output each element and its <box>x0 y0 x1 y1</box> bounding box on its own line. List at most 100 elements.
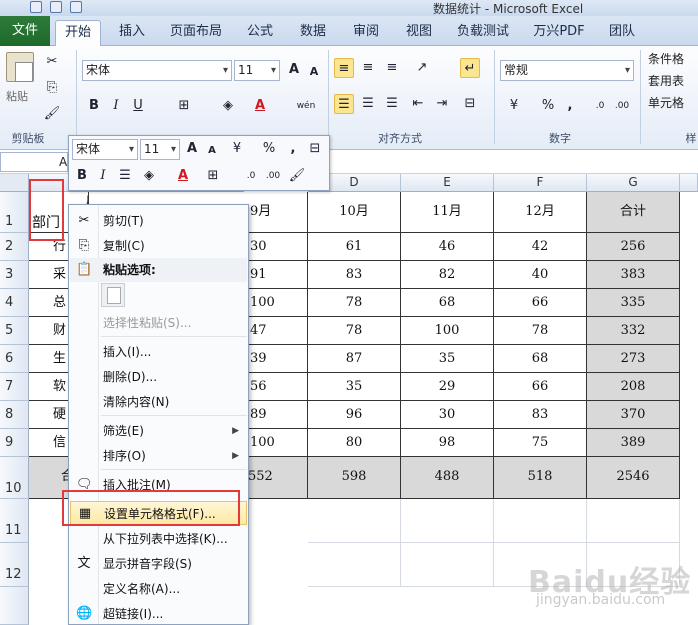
cell-g7[interactable]: 208 <box>587 373 680 401</box>
menu-item-clear-contents[interactable]: 清除内容(N) <box>70 390 247 414</box>
cell-c4[interactable]: 100 <box>244 289 308 317</box>
conditional-formatting-button[interactable]: 条件格 <box>648 50 684 67</box>
mini-fill-color-icon[interactable]: ◈ <box>139 166 159 186</box>
cell-e7[interactable]: 29 <box>401 373 494 401</box>
cell-c2[interactable]: 30 <box>244 233 308 261</box>
cell-f5[interactable]: 78 <box>494 317 587 345</box>
cell-c10[interactable]: 552 <box>244 457 308 499</box>
cell-d3[interactable]: 83 <box>308 261 401 289</box>
cell-g8[interactable]: 370 <box>587 401 680 429</box>
phonetic-button[interactable]: wén <box>294 96 318 116</box>
row-header-7[interactable]: 7 <box>0 373 29 401</box>
decrease-decimal-icon[interactable]: .00 <box>612 96 632 116</box>
align-left-icon[interactable]: ☰ <box>334 94 354 114</box>
cell-f3[interactable]: 40 <box>494 261 587 289</box>
format-painter-icon[interactable]: 🖌 <box>42 104 62 124</box>
cell-d1[interactable]: 10月 <box>308 192 401 233</box>
column-header-h[interactable] <box>680 174 698 192</box>
border-icon[interactable]: ⊞ <box>174 96 194 116</box>
orientation-icon[interactable]: ↗ <box>412 58 432 78</box>
format-as-table-button[interactable]: 套用表 <box>648 72 684 89</box>
cell-e9[interactable]: 98 <box>401 429 494 457</box>
mini-currency-icon[interactable]: ¥ <box>227 139 247 159</box>
cell-d9[interactable]: 80 <box>308 429 401 457</box>
cell-f4[interactable]: 66 <box>494 289 587 317</box>
cell-f8[interactable]: 83 <box>494 401 587 429</box>
cell-empty[interactable] <box>587 499 680 543</box>
menu-item-show-phonetic[interactable]: 文显示拼音字段(S) <box>70 552 247 576</box>
currency-icon[interactable]: ¥ <box>504 96 524 116</box>
tab-page-layout[interactable]: 页面布局 <box>163 20 229 46</box>
menu-item-define-name[interactable]: 定义名称(A)... <box>70 577 247 601</box>
paste-label[interactable]: 粘贴 <box>6 88 28 104</box>
comma-button[interactable]: , <box>560 96 580 116</box>
cell-f1[interactable]: 12月 <box>494 192 587 233</box>
row-header-9[interactable]: 9 <box>0 429 29 457</box>
mini-font-color-icon[interactable]: A <box>173 166 193 186</box>
row-header-8[interactable]: 8 <box>0 401 29 429</box>
cell-e6[interactable]: 35 <box>401 345 494 373</box>
cell-c7[interactable]: 56 <box>244 373 308 401</box>
font-name-combo[interactable]: 宋体 <box>82 60 232 81</box>
cell-empty[interactable] <box>308 543 401 587</box>
row-header-11[interactable]: 11 <box>0 499 29 543</box>
menu-item-delete[interactable]: 删除(D)... <box>70 365 247 389</box>
cell-c8[interactable]: 89 <box>244 401 308 429</box>
cut-icon[interactable]: ✂ <box>42 52 62 72</box>
cell-f7[interactable]: 66 <box>494 373 587 401</box>
cell-c5[interactable]: 47 <box>244 317 308 345</box>
cell-e5[interactable]: 100 <box>401 317 494 345</box>
tab-team[interactable]: 团队 <box>600 20 644 46</box>
tab-load-test[interactable]: 负载测试 <box>450 20 516 46</box>
cell-d6[interactable]: 87 <box>308 345 401 373</box>
font-color-button[interactable]: A <box>250 96 270 116</box>
mini-align-center-icon[interactable]: ☰ <box>115 166 135 186</box>
merge-center-icon[interactable]: ⊟ <box>460 94 480 114</box>
cell-d8[interactable]: 96 <box>308 401 401 429</box>
copy-icon[interactable]: ⎘ <box>42 78 62 98</box>
column-header-e[interactable]: E <box>401 174 494 192</box>
menu-item-pick-from-list[interactable]: 从下拉列表中选择(K)... <box>70 527 247 551</box>
cell-c3[interactable]: 91 <box>244 261 308 289</box>
mini-bold-icon[interactable]: B <box>72 166 92 186</box>
row-header-2[interactable]: 2 <box>0 233 29 261</box>
menu-item-cut[interactable]: ✂ 剪切(T) <box>70 209 247 233</box>
font-size-combo[interactable]: 11 <box>234 60 280 81</box>
mini-comma-button[interactable]: , <box>283 139 303 159</box>
wrap-text-icon[interactable]: ↵ <box>460 58 480 78</box>
tab-formulas[interactable]: 公式 <box>238 20 282 46</box>
italic-button[interactable]: I <box>106 96 126 116</box>
cell-d4[interactable]: 78 <box>308 289 401 317</box>
cell-c6[interactable]: 39 <box>244 345 308 373</box>
row-header-5[interactable]: 5 <box>0 317 29 345</box>
select-all-corner[interactable] <box>0 174 29 192</box>
decrease-indent-icon[interactable]: ⇤ <box>408 94 428 114</box>
align-middle-icon[interactable]: ≡ <box>358 58 378 78</box>
cell-c1[interactable]: 9月 <box>244 192 308 233</box>
cell-empty[interactable] <box>494 499 587 543</box>
cell-empty[interactable] <box>308 499 401 543</box>
cell-g9[interactable]: 389 <box>587 429 680 457</box>
mini-shrink-font-icon[interactable]: A <box>202 141 222 161</box>
cell-e2[interactable]: 46 <box>401 233 494 261</box>
mini-italic-icon[interactable]: I <box>93 166 113 186</box>
percent-button[interactable]: % <box>538 96 558 116</box>
cell-f2[interactable]: 42 <box>494 233 587 261</box>
align-top-icon[interactable]: ≡ <box>334 58 354 78</box>
cell-g6[interactable]: 273 <box>587 345 680 373</box>
cell-e8[interactable]: 30 <box>401 401 494 429</box>
mini-decrease-decimal-icon[interactable]: .00 <box>263 166 283 186</box>
paste-option-icon[interactable] <box>101 283 125 307</box>
mini-percent-button[interactable]: % <box>259 139 279 159</box>
cell-d10[interactable]: 598 <box>308 457 401 499</box>
mini-merge-icon[interactable]: ⊟ <box>305 139 325 159</box>
increase-decimal-icon[interactable]: .0 <box>590 96 610 116</box>
menu-item-filter[interactable]: 筛选(E) ▶ <box>70 419 247 443</box>
tab-view[interactable]: 视图 <box>397 20 441 46</box>
cell-d5[interactable]: 78 <box>308 317 401 345</box>
cell-g10[interactable]: 2546 <box>587 457 680 499</box>
tab-file[interactable]: 文件 <box>0 16 50 46</box>
row-header-4[interactable]: 4 <box>0 289 29 317</box>
fill-color-icon[interactable]: ◈ <box>218 96 238 116</box>
underline-button[interactable]: U <box>128 96 148 116</box>
